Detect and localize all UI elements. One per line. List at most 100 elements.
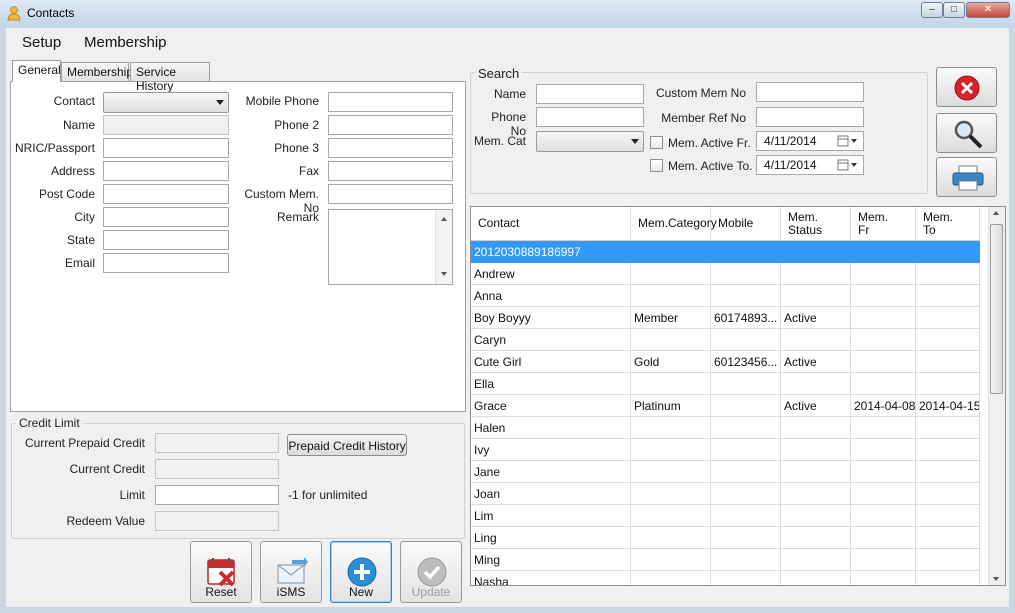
grid-scrollbar-thumb[interactable]: [990, 224, 1003, 394]
update-label: Update: [411, 585, 451, 599]
table-cell: [631, 329, 711, 351]
scroll-down-icon[interactable]: [993, 577, 999, 581]
column-header[interactable]: Contact: [471, 207, 631, 241]
title-bar: [0, 0, 1015, 28]
state-label: State: [66, 233, 95, 247]
table-row[interactable]: Ivy: [471, 439, 980, 461]
table-row[interactable]: Ling: [471, 527, 980, 549]
table-cell: 60123456...: [711, 351, 781, 373]
table-cell: [631, 373, 711, 395]
table-cell: [916, 461, 980, 483]
active-from-checkbox[interactable]: [650, 136, 663, 149]
minimize-button[interactable]: –: [921, 2, 943, 18]
new-button[interactable]: New: [330, 541, 392, 603]
search-name-label: Name: [493, 87, 526, 101]
window-close-button[interactable]: ✕: [966, 2, 1010, 18]
search-mem-cat-dropdown[interactable]: [536, 131, 644, 152]
fax-field[interactable]: [328, 161, 453, 181]
table-cell: [916, 329, 980, 351]
table-cell: [781, 549, 851, 571]
table-cell: [916, 263, 980, 285]
table-row[interactable]: Andrew: [471, 263, 980, 285]
search-custom-mem-no-field[interactable]: [756, 82, 864, 102]
active-from-date-field[interactable]: 4/11/2014: [756, 131, 864, 151]
table-row[interactable]: Jane: [471, 461, 980, 483]
menu-membership[interactable]: Membership: [84, 34, 167, 51]
column-header[interactable]: Mem.Category: [631, 207, 717, 241]
table-row[interactable]: Nasha: [471, 571, 980, 585]
city-field[interactable]: [103, 207, 229, 227]
redeem-value-field: [155, 511, 279, 531]
print-button[interactable]: [936, 157, 997, 197]
column-header[interactable]: Mem. Status: [781, 207, 851, 241]
table-row[interactable]: Anna: [471, 285, 980, 307]
isms-button[interactable]: iSMS: [260, 541, 322, 603]
table-cell: [781, 483, 851, 505]
contact-dropdown[interactable]: [103, 92, 229, 113]
table-cell: [851, 285, 916, 307]
column-header[interactable]: Mem. To: [916, 207, 980, 241]
address-field[interactable]: [103, 161, 229, 181]
table-row[interactable]: Grace Platinum Active 2014-04-08 2014-04-15: [471, 395, 980, 417]
menu-setup[interactable]: Setup: [22, 34, 61, 51]
mobile-phone-field[interactable]: [328, 92, 453, 112]
search-member-ref-no-field[interactable]: [756, 107, 864, 127]
search-name-field[interactable]: [536, 84, 644, 104]
email-field[interactable]: [103, 253, 229, 273]
active-to-date-field[interactable]: 4/11/2014: [756, 155, 864, 175]
phone2-label: Phone 2: [274, 118, 319, 132]
custom-mem-no-field[interactable]: [328, 184, 453, 204]
tab-general[interactable]: General: [12, 60, 61, 82]
active-to-checkbox[interactable]: [650, 159, 663, 172]
table-cell: [631, 527, 711, 549]
maximize-button[interactable]: □: [943, 2, 965, 18]
post-code-field[interactable]: [103, 184, 229, 204]
table-cell: Active: [781, 351, 851, 373]
table-row[interactable]: 2012030889186997: [471, 241, 980, 263]
scroll-down-icon[interactable]: [441, 272, 447, 276]
table-cell: Jane: [471, 461, 631, 483]
limit-label: Limit: [119, 488, 145, 502]
scroll-up-icon[interactable]: [441, 217, 447, 221]
table-row[interactable]: Ming: [471, 549, 980, 571]
table-cell: [851, 263, 916, 285]
calendar-dropdown-icon[interactable]: [837, 159, 859, 171]
nric-field[interactable]: [103, 138, 229, 158]
phone2-field[interactable]: [328, 115, 453, 135]
table-cell: [781, 527, 851, 549]
tab-service-history[interactable]: Service History: [130, 62, 210, 93]
state-field[interactable]: [103, 230, 229, 250]
table-row[interactable]: Cute Girl Gold 60123456... Active: [471, 351, 980, 373]
table-row[interactable]: Caryn: [471, 329, 980, 351]
limit-field[interactable]: [155, 485, 279, 505]
close-form-button[interactable]: [936, 67, 997, 107]
table-cell: [916, 285, 980, 307]
table-cell: [711, 241, 781, 263]
reset-button[interactable]: Reset: [190, 541, 252, 603]
limit-hint: -1 for unlimited: [288, 488, 368, 502]
table-row[interactable]: Halen: [471, 417, 980, 439]
search-button[interactable]: [936, 113, 997, 153]
table-row[interactable]: Lim: [471, 505, 980, 527]
search-icon: [954, 120, 983, 149]
search-phone-field[interactable]: [536, 107, 644, 127]
column-header[interactable]: Mem. Fr: [851, 207, 916, 241]
contacts-grid[interactable]: Contact Mem.Category Mobile Mem. Status Mem.…: [470, 206, 1006, 586]
table-cell: [781, 439, 851, 461]
prepaid-credit-history-button[interactable]: Prepaid Credit History: [287, 434, 407, 456]
table-cell: [781, 571, 851, 585]
update-button[interactable]: Update: [400, 541, 462, 603]
column-header[interactable]: Mobile: [711, 207, 781, 241]
table-row[interactable]: Boy Boyyy Member 60174893... Active: [471, 307, 980, 329]
mobile-phone-label: Mobile Phone: [245, 94, 319, 108]
table-cell: [711, 549, 781, 571]
envelope-icon: [277, 557, 308, 584]
table-row[interactable]: Joan: [471, 483, 980, 505]
phone3-field[interactable]: [328, 138, 453, 158]
scroll-up-icon[interactable]: [993, 211, 999, 215]
calendar-dropdown-icon[interactable]: [837, 135, 859, 147]
table-row[interactable]: Ella: [471, 373, 980, 395]
city-label: City: [74, 210, 95, 224]
table-cell: [851, 483, 916, 505]
tab-membership[interactable]: Membership: [61, 62, 133, 81]
